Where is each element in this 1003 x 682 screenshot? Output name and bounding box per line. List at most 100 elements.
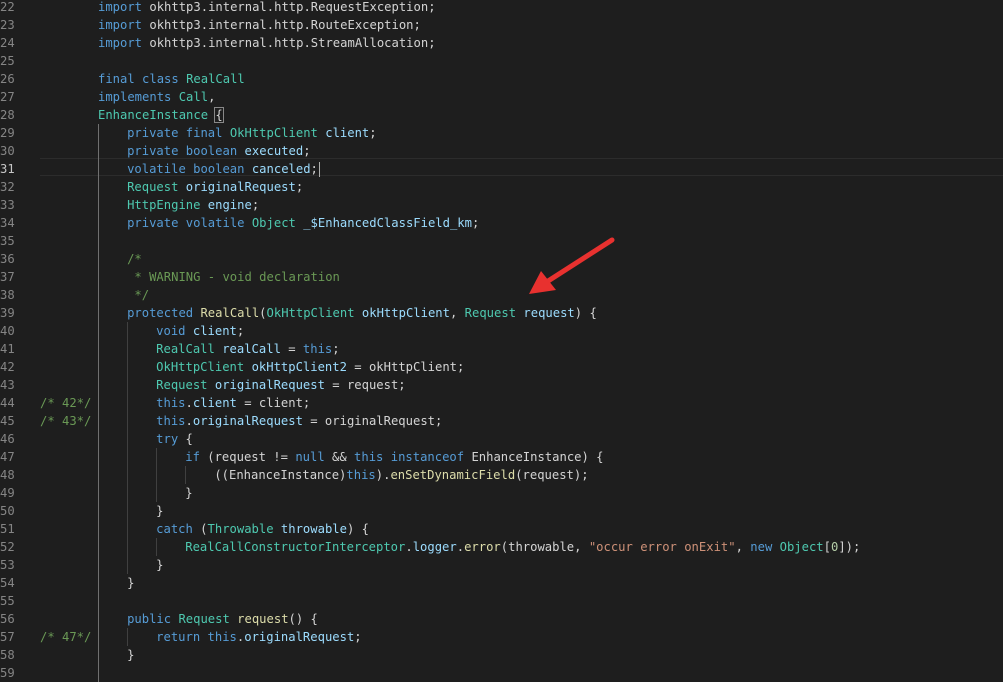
line-number: 41 xyxy=(0,342,15,356)
code-line[interactable]: 38 */ xyxy=(0,286,1003,304)
line-number: 42 xyxy=(0,360,15,374)
code-line[interactable]: 59 xyxy=(0,664,1003,682)
code-token: Request xyxy=(178,612,230,626)
code-line[interactable]: 29 private final OkHttpClient client; xyxy=(0,124,1003,142)
line-number: 39 xyxy=(0,306,15,320)
code-token: ]); xyxy=(838,540,861,554)
code-token: instanceof xyxy=(390,450,465,464)
line-code: import okhttp3.internal.http.RequestExce… xyxy=(98,0,436,16)
code-token: okhttp3.internal.http.RouteException; xyxy=(142,18,421,32)
line-number: 52 xyxy=(0,540,15,554)
line-code: RealCallConstructorInterceptor.logger.er… xyxy=(185,538,860,556)
code-line[interactable]: 33 HttpEngine engine; xyxy=(0,196,1003,214)
line-number: 48 xyxy=(0,468,15,482)
code-token: /* xyxy=(127,252,142,266)
code-line[interactable]: 23 import okhttp3.internal.http.RouteExce… xyxy=(0,16,1003,34)
code-line[interactable]: 34 private volatile Object _$EnhancedClas… xyxy=(0,214,1003,232)
code-token: final xyxy=(185,126,223,140)
code-line[interactable]: 46 try { xyxy=(0,430,1003,448)
line-code: Request originalRequest = request; xyxy=(156,376,406,394)
code-token: boolean xyxy=(193,162,245,176)
line-code: EnhanceInstance { xyxy=(98,106,224,124)
code-line[interactable]: 52 RealCallConstructorInterceptor.logger.… xyxy=(0,538,1003,556)
code-line[interactable]: 51 catch (Throwable throwable) { xyxy=(0,520,1003,538)
line-number: 25 xyxy=(0,54,15,68)
code-line[interactable]: 32 Request originalRequest; xyxy=(0,178,1003,196)
line-number: 29 xyxy=(0,126,15,140)
code-token: = originalRequest; xyxy=(302,414,443,428)
code-editor[interactable]: 22 import okhttp3.internal.http.RequestEx… xyxy=(0,0,1003,682)
code-line[interactable]: 27 implements Call, xyxy=(0,88,1003,106)
line-code: ((EnhanceInstance)this).enSetDynamicFiel… xyxy=(214,466,588,484)
code-token: okhttp3.internal.http.StreamAllocation; xyxy=(142,36,436,50)
line-number: 32 xyxy=(0,180,15,194)
code-line[interactable]: 26 final class RealCall xyxy=(0,70,1003,88)
line-mapping-comment: /* 47*/ xyxy=(40,630,92,644)
code-token: new xyxy=(750,540,773,554)
code-line[interactable]: 43 Request originalRequest = request; xyxy=(0,376,1003,394)
code-token: final xyxy=(98,72,135,86)
line-code: try { xyxy=(156,430,193,448)
code-token: HttpEngine xyxy=(127,198,201,212)
code-line[interactable]: 54} xyxy=(0,574,1003,592)
line-number: 37 xyxy=(0,270,15,284)
code-line[interactable]: 49} xyxy=(0,484,1003,502)
code-line[interactable]: 41 RealCall realCall = this; xyxy=(0,340,1003,358)
code-token: ) { xyxy=(574,306,597,320)
code-line[interactable]: 24 import okhttp3.internal.http.StreamAll… xyxy=(0,34,1003,52)
code-token: private xyxy=(127,144,179,158)
code-line[interactable]: 28 EnhanceInstance { xyxy=(0,106,1003,124)
code-line[interactable]: 22 import okhttp3.internal.http.RequestEx… xyxy=(0,0,1003,16)
line-code: private boolean executed; xyxy=(127,142,310,160)
code-token: (request != xyxy=(199,450,296,464)
code-line[interactable]: 44 /* 42*/ this.client = client; xyxy=(0,394,1003,412)
code-token: . xyxy=(185,414,193,428)
line-number: 34 xyxy=(0,216,15,230)
code-line[interactable]: 50} xyxy=(0,502,1003,520)
code-line[interactable]: 42 OkHttpClient okHttpClient2 = okHttpCli… xyxy=(0,358,1003,376)
line-code: protected RealCall(OkHttpClient okHttpCl… xyxy=(127,304,597,322)
code-line[interactable]: 53} xyxy=(0,556,1003,574)
line-code: void client; xyxy=(156,322,244,340)
code-line[interactable]: 30 private boolean executed; xyxy=(0,142,1003,160)
code-line[interactable]: 48 ((EnhanceInstance)this).enSetDynamicFi… xyxy=(0,466,1003,484)
line-code: OkHttpClient okHttpClient2 = okHttpClien… xyxy=(156,358,464,376)
code-line[interactable]: 58} xyxy=(0,646,1003,664)
code-token: void xyxy=(156,324,186,338)
code-token: */ xyxy=(127,288,150,302)
code-token: = client; xyxy=(236,396,311,410)
code-line[interactable]: 40 void client; xyxy=(0,322,1003,340)
code-line[interactable]: 39 protected RealCall(OkHttpClient okHttp… xyxy=(0,304,1003,322)
code-line[interactable]: 25 xyxy=(0,52,1003,70)
line-code: private volatile Object _$EnhancedClassF… xyxy=(127,214,479,232)
code-line[interactable]: 31 volatile boolean canceled; xyxy=(0,160,1003,178)
code-line[interactable]: 56 public Request request() { xyxy=(0,610,1003,628)
code-line[interactable]: 35 xyxy=(0,232,1003,250)
code-line[interactable]: 47 if (request != null && this instanceof… xyxy=(0,448,1003,466)
code-line[interactable]: 57 /* 47*/ return this.originalRequest; xyxy=(0,628,1003,646)
line-number: 59 xyxy=(0,666,15,680)
code-line[interactable]: 45 /* 43*/ this.originalRequest = original… xyxy=(0,412,1003,430)
code-token: volatile xyxy=(185,216,245,230)
code-line[interactable]: 36 /* xyxy=(0,250,1003,268)
code-token: this xyxy=(346,468,376,482)
code-token: Request xyxy=(127,180,179,194)
code-token: ; xyxy=(354,630,362,644)
code-token: ). xyxy=(375,468,391,482)
line-number: 35 xyxy=(0,234,15,248)
code-token: . xyxy=(456,540,465,554)
code-line[interactable]: 37 * WARNING - void declaration xyxy=(0,268,1003,286)
code-token: OkHttpClient xyxy=(266,306,355,320)
code-token: ; xyxy=(295,180,304,194)
code-line[interactable]: 55 xyxy=(0,592,1003,610)
code-token: originalRequest xyxy=(244,630,355,644)
code-token: import xyxy=(98,0,143,14)
